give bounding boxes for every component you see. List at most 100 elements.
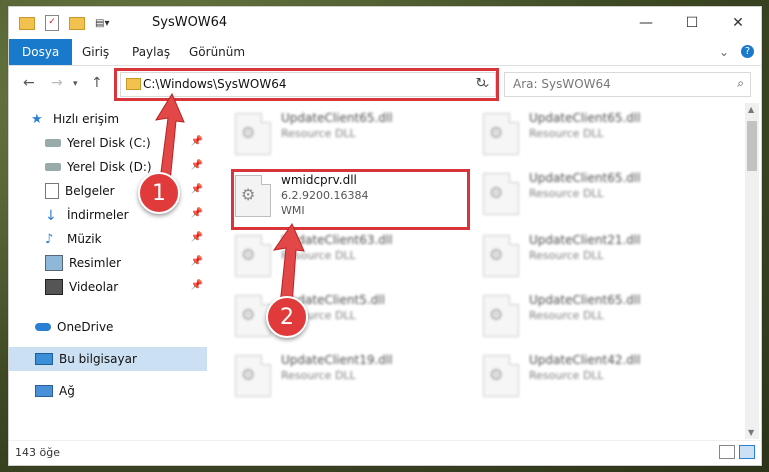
folder-icon <box>19 16 35 30</box>
sidebar-item-label: Bu bilgisayar <box>59 352 137 366</box>
file-item[interactable]: ⚙ UpdateClient21.dll Resource DLL <box>477 229 707 281</box>
file-highlight-box <box>231 169 470 230</box>
scroll-down-icon[interactable]: ▼ <box>748 428 754 437</box>
pin-icon: 📌 <box>190 232 203 243</box>
sidebar-item-label: Belgeler <box>65 184 115 198</box>
address-highlight-box <box>114 68 499 101</box>
gear-icon: ⚙ <box>489 183 504 202</box>
forward-arrow-icon[interactable]: → <box>51 75 63 91</box>
sidebar-item-downloads[interactable]: ↓ İndirmeler 📌 <box>9 203 207 227</box>
tab-home[interactable]: Giriş <box>82 45 109 59</box>
pin-icon: 📌 <box>190 256 203 267</box>
music-icon: ♪ <box>45 232 54 247</box>
pin-icon: 📌 <box>190 280 203 291</box>
gear-icon: ⚙ <box>489 245 504 264</box>
recent-locations-icon[interactable]: ▾ <box>73 79 78 89</box>
scrollbar-thumb[interactable] <box>747 121 757 171</box>
sidebar-item-this-pc[interactable]: Bu bilgisayar <box>9 347 207 371</box>
scroll-up-icon[interactable]: ▲ <box>748 105 754 114</box>
tab-file[interactable]: Dosya <box>9 39 73 65</box>
help-button[interactable]: ? <box>741 45 754 58</box>
file-item[interactable]: ⚙ UpdateClient65.dll Resource DLL <box>229 107 459 159</box>
properties-icon[interactable]: ✓ <box>45 15 59 31</box>
file-item[interactable]: ⚙ UpdateClient19.dll Resource DLL <box>229 349 459 401</box>
item-count: 143 öğe <box>15 446 60 459</box>
cloud-icon <box>35 323 51 331</box>
file-name: UpdateClient65.dll <box>529 171 641 185</box>
sidebar-item-label: Yerel Disk (C:) <box>67 136 151 150</box>
maximize-button[interactable]: ☐ <box>669 7 715 39</box>
file-description: Resource DLL <box>529 309 604 322</box>
file-item[interactable]: ⚙ UpdateClient5.dll Resource DLL <box>229 289 459 341</box>
quick-access-toolbar: ✓ ▤▾ <box>19 15 109 31</box>
sidebar-item-videos[interactable]: Videolar 📌 <box>9 275 207 299</box>
file-description: Resource DLL <box>529 369 604 382</box>
title-bar: ✓ ▤▾ SysWOW64 — ☐ ✕ <box>9 7 761 39</box>
new-folder-icon[interactable] <box>69 16 85 30</box>
file-description: Resource DLL <box>281 369 356 382</box>
file-name: UpdateClient42.dll <box>529 353 641 367</box>
gear-icon: ⚙ <box>241 305 256 324</box>
file-item[interactable]: ⚙ UpdateClient65.dll Resource DLL <box>477 167 707 219</box>
pin-icon: 📌 <box>190 208 203 219</box>
file-name: UpdateClient65.dll <box>529 111 641 125</box>
gear-icon: ⚙ <box>489 123 504 142</box>
sidebar-item-local-disk-c[interactable]: Yerel Disk (C:) 📌 <box>9 131 207 155</box>
large-icons-view-icon[interactable] <box>739 445 755 459</box>
star-icon: ★ <box>31 112 43 127</box>
gear-icon: ⚙ <box>489 305 504 324</box>
tab-view[interactable]: Görünüm <box>189 45 245 59</box>
callout-badge-1: 1 <box>138 172 180 214</box>
sidebar-item-onedrive[interactable]: OneDrive <box>9 315 207 339</box>
details-view-icon[interactable] <box>719 445 735 459</box>
file-item[interactable]: ⚙ UpdateClient63.dll Resource DLL <box>229 229 459 281</box>
file-description: Resource DLL <box>529 127 604 140</box>
file-description: Resource DLL <box>529 249 604 262</box>
sidebar-item-label: Videolar <box>69 280 119 294</box>
close-button[interactable]: ✕ <box>715 7 761 39</box>
status-bar: 143 öğe <box>9 440 761 465</box>
drive-icon <box>45 163 61 171</box>
navigation-pane: ★ Hızlı erişim Yerel Disk (C:) 📌 Yerel D… <box>9 103 207 443</box>
file-item[interactable]: ⚙ UpdateClient65.dll Resource DLL <box>477 107 707 159</box>
sidebar-item-music[interactable]: ♪ Müzik 📌 <box>9 227 207 251</box>
pin-icon: 📌 <box>190 184 203 195</box>
download-icon: ↓ <box>45 208 57 224</box>
file-item[interactable]: ⚙ UpdateClient42.dll Resource DLL <box>477 349 707 401</box>
callout-badge-2: 2 <box>266 296 308 338</box>
file-list: ⚙ UpdateClient65.dll Resource DLL ⚙ wmid… <box>229 103 741 439</box>
up-arrow-icon[interactable]: ↑ <box>91 75 103 91</box>
file-description: Resource DLL <box>281 249 356 262</box>
sidebar-item-label: İndirmeler <box>67 208 129 222</box>
sidebar-item-pictures[interactable]: Resimler 📌 <box>9 251 207 275</box>
sidebar-item-label: Yerel Disk (D:) <box>67 160 152 174</box>
customize-toolbar-icon[interactable]: ▤▾ <box>95 18 109 29</box>
videos-icon <box>45 279 63 295</box>
sidebar-item-local-disk-d[interactable]: Yerel Disk (D:) 📌 <box>9 155 207 179</box>
ribbon-expand-button[interactable]: ⌄ <box>719 45 729 59</box>
file-item[interactable]: ⚙ UpdateClient65.dll Resource DLL <box>477 289 707 341</box>
ribbon-tabs: Dosya Giriş Paylaş Görünüm ⌄ ? <box>9 39 761 66</box>
file-name: UpdateClient65.dll <box>529 293 641 307</box>
search-input[interactable]: Ara: SysWOW64 <box>513 77 611 91</box>
tab-share[interactable]: Paylaş <box>132 45 170 59</box>
back-arrow-icon[interactable]: ← <box>23 75 35 91</box>
file-description: Resource DLL <box>281 127 356 140</box>
gear-icon: ⚙ <box>489 365 504 384</box>
file-name: UpdateClient19.dll <box>281 353 393 367</box>
minimize-button[interactable]: — <box>623 7 669 39</box>
sidebar-item-quick-access[interactable]: ★ Hızlı erişim <box>9 107 207 131</box>
sidebar-item-network[interactable]: Ağ <box>9 379 207 403</box>
address-row: ← → ▾ ↑ C:\Windows\SysWOW64 ⌄ ↻ Ara: Sys… <box>9 66 761 101</box>
file-description: Resource DLL <box>529 187 604 200</box>
sidebar-item-label: Hızlı erişim <box>53 112 120 126</box>
sidebar-item-label: Müzik <box>67 232 102 246</box>
gear-icon: ⚙ <box>241 245 256 264</box>
explorer-window: ✓ ▤▾ SysWOW64 — ☐ ✕ Dosya Giriş Paylaş G… <box>8 6 762 466</box>
search-box[interactable]: Ara: SysWOW64 ⌕ <box>504 72 751 97</box>
sidebar-item-label: Ağ <box>59 384 75 398</box>
file-name: UpdateClient63.dll <box>281 233 393 247</box>
gear-icon: ⚙ <box>241 365 256 384</box>
vertical-scrollbar[interactable]: ▲ ▼ <box>745 103 759 439</box>
file-name: UpdateClient21.dll <box>529 233 641 247</box>
